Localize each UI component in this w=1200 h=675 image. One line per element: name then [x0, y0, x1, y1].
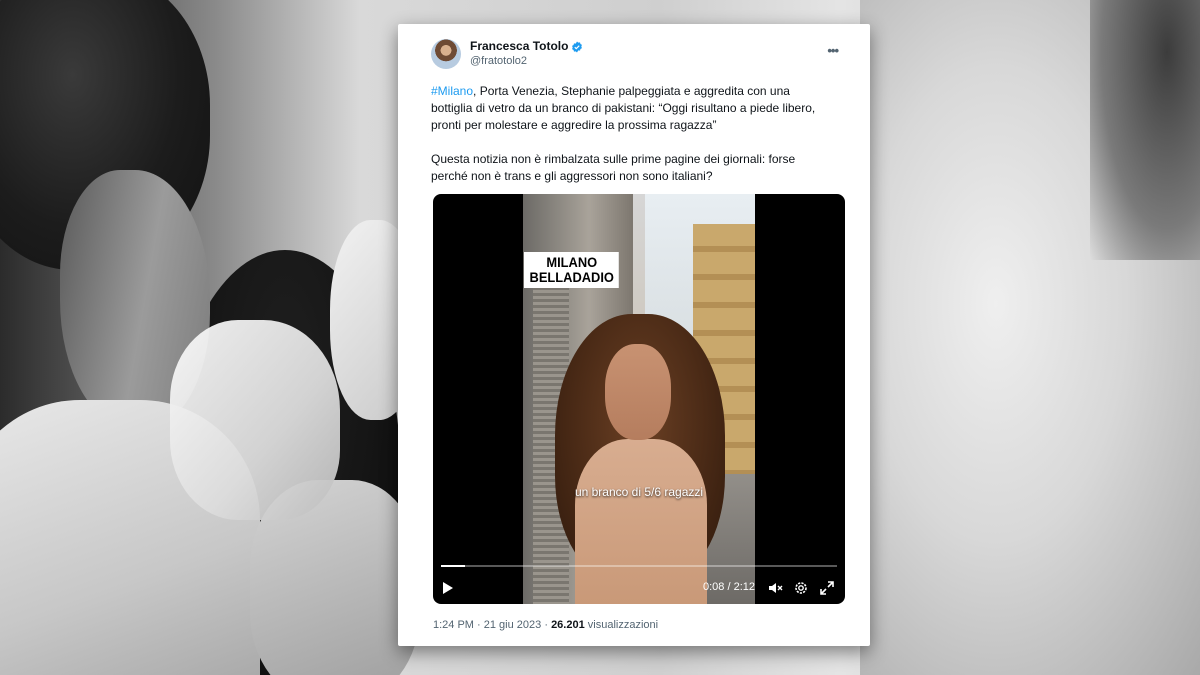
tweet-paragraph-1: #Milano, Porta Venezia, Stephanie palpeg…: [431, 83, 831, 134]
tweet-card: Francesca Totolo @fratotolo2 ••• #Milano…: [398, 24, 870, 646]
tweet-paragraph-1-text: , Porta Venezia, Stephanie palpeggiata e…: [431, 84, 816, 132]
meta-separator-2: ·: [544, 619, 548, 631]
meta-separator-1: ·: [477, 619, 481, 631]
tweet-meta: 1:24 PM · 21 giu 2023 · 26.201 visualizz…: [433, 619, 658, 631]
video-player[interactable]: MILANO BELLADADIO un branco di 5/6 ragaz…: [433, 194, 845, 604]
tweet-text: #Milano, Porta Venezia, Stephanie palpeg…: [431, 83, 831, 185]
video-controls: 0:08 / 2:12: [433, 574, 845, 600]
video-label-line-1: MILANO: [546, 254, 598, 270]
author-row: Francesca Totolo: [470, 39, 583, 54]
video-time: 0:08 / 2:12: [703, 581, 755, 593]
tweet-paragraph-2: Questa notizia non è rimbalzata sulle pr…: [431, 152, 796, 183]
tweet-date[interactable]: 21 giu 2023: [484, 619, 542, 631]
verified-badge-icon: [571, 41, 583, 53]
views-count: 26.201: [551, 619, 585, 631]
author-block: Francesca Totolo @fratotolo2: [470, 39, 583, 69]
play-icon[interactable]: [443, 582, 453, 594]
tweet-time[interactable]: 1:24 PM: [433, 619, 474, 631]
hashtag-link[interactable]: #Milano: [431, 84, 473, 98]
video-location-label: MILANO BELLADADIO: [524, 252, 619, 288]
author-handle[interactable]: @fratotolo2: [470, 54, 583, 69]
volume-icon[interactable]: [767, 580, 783, 596]
tweet-header: Francesca Totolo @fratotolo2 •••: [431, 37, 848, 71]
fullscreen-icon[interactable]: [819, 580, 835, 596]
background-shadow: [1090, 0, 1200, 260]
background-raised-hand: [170, 320, 340, 520]
settings-icon[interactable]: [793, 580, 809, 596]
video-progress-fill: [441, 565, 465, 567]
views-label: visualizzazioni: [587, 619, 659, 631]
video-person-face: [605, 344, 671, 440]
video-subtitle: un branco di 5/6 ragazzi: [574, 485, 704, 499]
author-name[interactable]: Francesca Totolo: [470, 39, 568, 54]
avatar[interactable]: [431, 39, 461, 69]
video-label-line-2: BELLADADIO: [529, 269, 614, 285]
video-progress-bar[interactable]: [441, 565, 837, 567]
more-options-icon[interactable]: •••: [827, 43, 839, 58]
